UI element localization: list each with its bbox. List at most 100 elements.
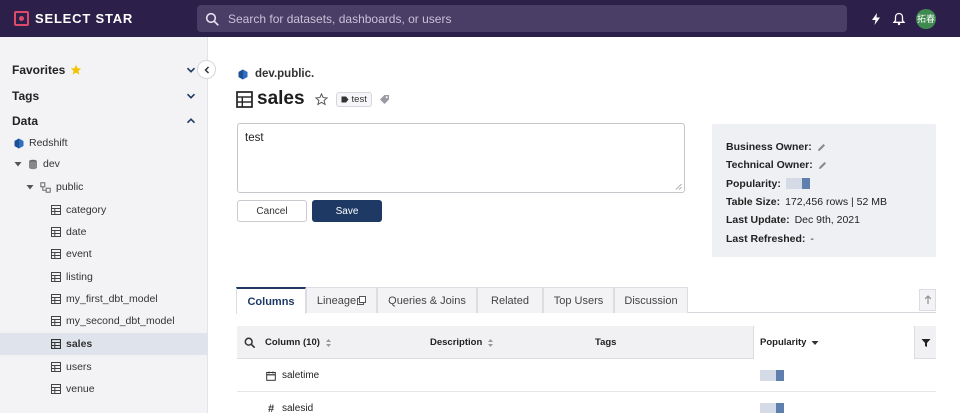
search-icon xyxy=(244,337,255,348)
breadcrumb-text: dev.public. xyxy=(255,68,315,80)
user-avatar[interactable]: 拓春 xyxy=(916,8,936,29)
tag-chip[interactable]: test xyxy=(335,91,372,107)
business-owner-label: Business Owner: xyxy=(726,141,812,154)
tree-item-label: venue xyxy=(66,383,95,395)
tree-item-table-selected[interactable]: sales xyxy=(0,333,207,355)
last-refreshed-row: Last Refreshed: - xyxy=(726,229,922,247)
bell-icon[interactable] xyxy=(892,12,906,26)
tree-item-public[interactable]: public xyxy=(0,176,207,198)
favorite-star-icon[interactable] xyxy=(314,92,328,106)
header-column[interactable]: Column (10) xyxy=(265,326,425,359)
chevron-up-icon[interactable] xyxy=(186,116,196,126)
sidebar-section-favorites[interactable]: Favorites xyxy=(12,62,196,78)
table-row[interactable]: # salesid xyxy=(237,392,936,413)
global-search[interactable] xyxy=(197,5,847,32)
save-button[interactable]: Save xyxy=(312,200,382,222)
column-name[interactable]: salesid xyxy=(282,403,313,413)
business-owner-row: Business Owner: xyxy=(726,138,922,156)
tab-discussion[interactable]: Discussion xyxy=(614,287,688,313)
tree-item-label: my_second_dbt_model xyxy=(66,315,175,327)
title-row: sales test xyxy=(236,88,390,110)
header-column-label: Column (10) xyxy=(265,337,320,348)
chevron-left-icon xyxy=(203,65,209,74)
pencil-icon[interactable] xyxy=(817,143,826,152)
description-editor[interactable]: test xyxy=(237,123,685,193)
table-icon xyxy=(236,90,253,108)
add-tag-icon[interactable] xyxy=(379,94,390,105)
tree-item-table[interactable]: users xyxy=(0,356,207,378)
tree-item-label: Redshift xyxy=(29,137,68,149)
tree-item-table[interactable]: event xyxy=(0,243,207,265)
tree-item-table[interactable]: date xyxy=(0,221,207,243)
header-popularity[interactable]: Popularity xyxy=(753,326,915,359)
schema-icon xyxy=(40,181,51,193)
tree-item-label: sales xyxy=(66,338,93,350)
tree-item-label: listing xyxy=(66,271,93,283)
table-icon xyxy=(51,294,61,304)
tab-related[interactable]: Related xyxy=(477,287,543,313)
chevron-down-icon[interactable] xyxy=(186,65,196,75)
breadcrumb[interactable]: dev.public. xyxy=(238,68,314,80)
header-description[interactable]: Description xyxy=(430,326,590,359)
tree-item-label: event xyxy=(66,248,92,260)
tree-item-label: my_first_dbt_model xyxy=(66,293,158,305)
table-size-value: 172,456 rows | 52 MB xyxy=(785,196,888,209)
sidebar-section-tags[interactable]: Tags xyxy=(12,88,196,104)
popularity-label: Popularity: xyxy=(726,177,781,190)
tree-item-dev[interactable]: dev xyxy=(0,153,207,175)
tree-item-label: date xyxy=(66,226,87,238)
tab-lineage[interactable]: Lineage xyxy=(306,287,377,313)
cancel-button[interactable]: Cancel xyxy=(237,200,307,222)
tree-item-redshift[interactable]: Redshift xyxy=(0,132,207,154)
tree-item-label: public xyxy=(56,181,84,193)
header-description-label: Description xyxy=(430,337,483,348)
tree-item-table[interactable]: venue xyxy=(0,378,207,400)
star-icon xyxy=(71,64,82,75)
header-tags-label: Tags xyxy=(595,337,617,348)
popularity-bar xyxy=(760,370,784,381)
table-icon xyxy=(51,205,61,215)
tags-label: Tags xyxy=(12,89,40,103)
tab-columns[interactable]: Columns xyxy=(236,287,306,314)
tab-queries-joins[interactable]: Queries & Joins xyxy=(377,287,477,313)
lightning-icon[interactable] xyxy=(869,12,883,26)
tree-item-table[interactable]: my_first_dbt_model xyxy=(0,288,207,310)
metadata-panel: Business Owner: Technical Owner: Popular… xyxy=(712,124,936,257)
table-icon xyxy=(51,249,61,259)
sidebar-collapse-button[interactable] xyxy=(197,60,216,79)
tab-label: Columns xyxy=(247,295,295,308)
external-link-icon xyxy=(357,296,367,305)
technical-owner-label: Technical Owner: xyxy=(726,159,813,172)
caret-down-icon[interactable] xyxy=(14,160,22,168)
table-row[interactable]: saletime xyxy=(237,359,936,392)
tree-item-table[interactable]: category xyxy=(0,199,207,221)
last-refreshed-label: Last Refreshed: xyxy=(726,232,806,245)
pencil-icon[interactable] xyxy=(818,161,827,170)
tree-item-table[interactable]: my_second_dbt_model xyxy=(0,310,207,332)
tag-icon xyxy=(341,96,349,102)
table-icon xyxy=(51,272,61,282)
caret-down-icon[interactable] xyxy=(26,183,34,191)
table-filter-button[interactable] xyxy=(915,326,936,359)
column-name[interactable]: saletime xyxy=(282,370,319,381)
tab-top-users[interactable]: Top Users xyxy=(543,287,614,313)
sort-icon xyxy=(488,338,494,347)
sort-icon xyxy=(325,338,331,347)
tree-item-label: dev xyxy=(43,158,60,170)
top-bar: SELECT STAR 拓春 xyxy=(0,0,960,37)
arrow-up-icon xyxy=(924,295,931,304)
popularity-cell xyxy=(760,359,784,392)
chevron-down-icon[interactable] xyxy=(186,91,196,101)
columns-table-header: Column (10) Description Tags Popularity xyxy=(237,326,936,359)
brand-name: SELECT STAR xyxy=(35,10,134,26)
favorites-label: Favorites xyxy=(12,63,66,77)
tree-item-table[interactable]: listing xyxy=(0,266,207,288)
table-icon xyxy=(51,362,61,372)
resize-handle-icon[interactable] xyxy=(675,183,682,190)
sidebar-section-data[interactable]: Data xyxy=(12,113,196,129)
header-popularity-label: Popularity xyxy=(760,337,807,348)
search-input[interactable] xyxy=(228,11,828,26)
scroll-top-button[interactable] xyxy=(919,289,936,311)
table-search-button[interactable] xyxy=(237,326,261,359)
logo[interactable]: SELECT STAR xyxy=(14,10,133,26)
